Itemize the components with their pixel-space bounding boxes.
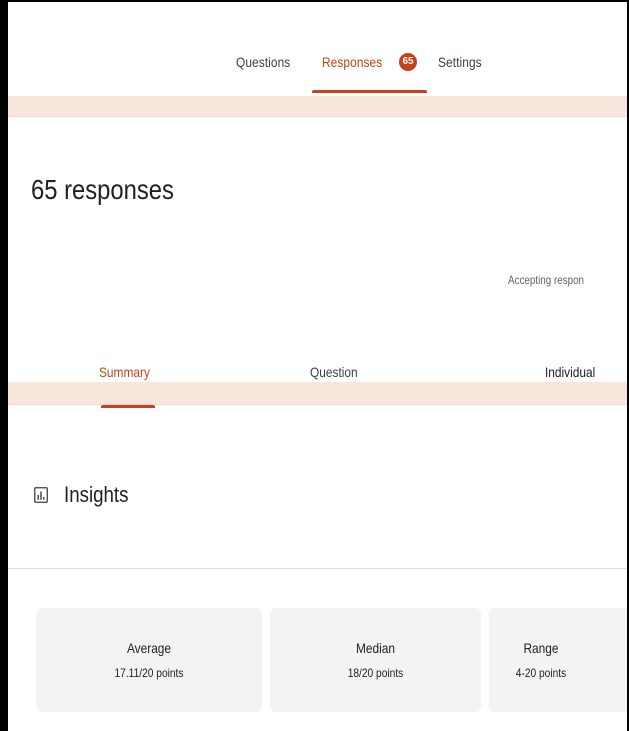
section-divider-band xyxy=(8,382,627,405)
subtab-individual[interactable]: Individual xyxy=(545,364,595,380)
stat-value: 17.11/20 points xyxy=(114,666,184,680)
section-divider-band xyxy=(8,96,627,117)
insights-heading: Insights xyxy=(64,482,129,507)
tab-settings[interactable]: Settings xyxy=(438,54,482,70)
stat-value: 18/20 points xyxy=(347,666,404,680)
subtab-summary[interactable]: Summary xyxy=(99,364,150,380)
frame-left xyxy=(0,0,8,731)
bar-chart-icon xyxy=(34,487,48,503)
accepting-responses-label[interactable]: Accepting respon xyxy=(508,273,584,287)
stat-value: 4-20 points xyxy=(515,666,567,680)
active-tab-indicator xyxy=(312,90,427,93)
insights-divider xyxy=(8,568,627,569)
responses-count-title: 65 responses xyxy=(31,174,174,205)
stat-label: Average xyxy=(126,640,172,656)
stat-label: Median xyxy=(355,640,396,656)
responses-count-badge: 65 xyxy=(399,53,417,71)
stat-card-average: Average 17.11/20 points xyxy=(36,608,262,712)
top-tab-bar: Questions Responses 65 Settings xyxy=(8,2,627,96)
tab-responses[interactable]: Responses xyxy=(322,54,382,70)
active-subtab-indicator xyxy=(101,405,155,408)
stat-card-median: Median 18/20 points xyxy=(270,608,481,712)
subtab-question[interactable]: Question xyxy=(310,364,358,380)
tab-questions[interactable]: Questions xyxy=(236,54,290,70)
stat-card-range: Range 4-20 points xyxy=(489,608,627,712)
form-responses-page: Questions Responses 65 Settings 65 respo… xyxy=(8,2,627,731)
stat-label: Range xyxy=(523,640,559,656)
